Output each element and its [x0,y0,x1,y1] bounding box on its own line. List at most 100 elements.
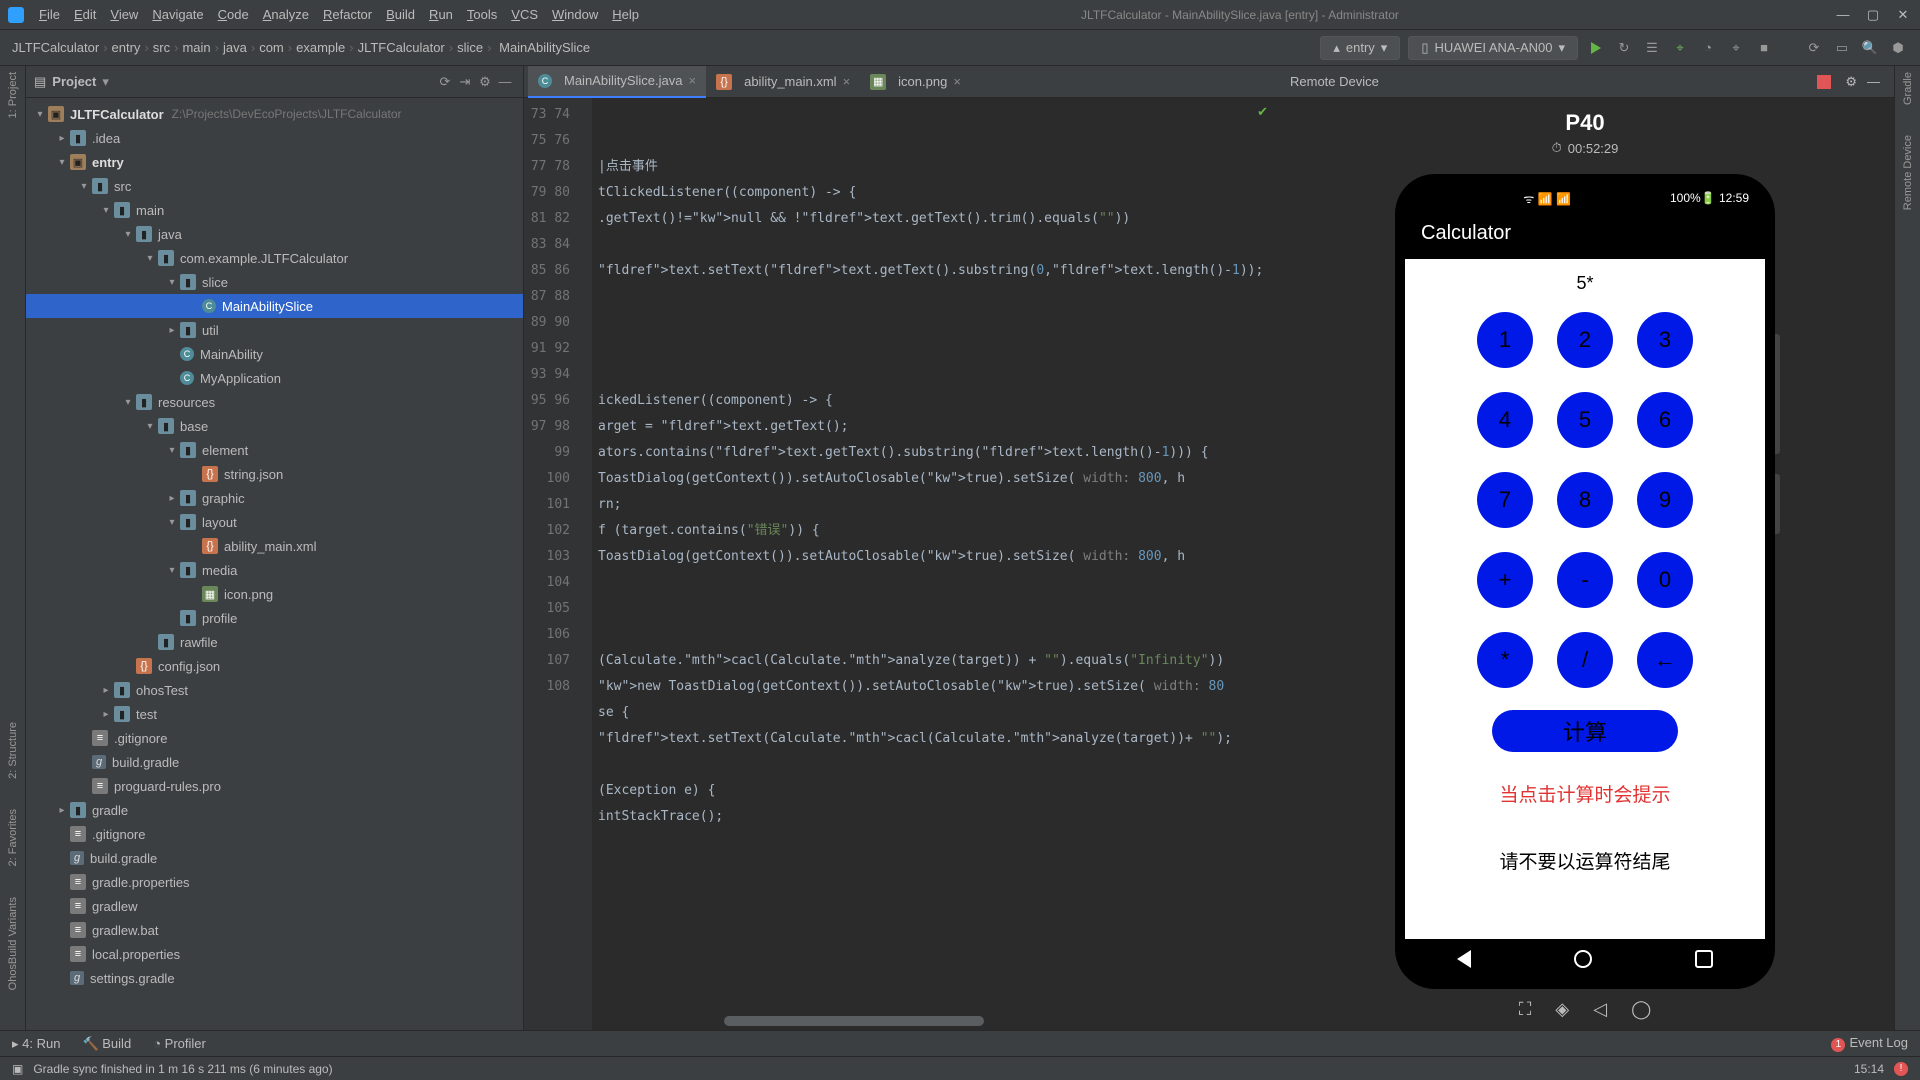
key-5[interactable]: 5 [1557,392,1613,448]
key-1[interactable]: 1 [1477,312,1533,368]
tree-node[interactable]: ▮rawfile [26,630,523,654]
key-2[interactable]: 2 [1557,312,1613,368]
menu-view[interactable]: View [103,7,145,22]
menu-code[interactable]: Code [211,7,256,22]
code-area[interactable]: 73 74 75 76 77 78 79 80 81 82 83 84 85 8… [524,98,1276,1030]
project-tree[interactable]: ▾▣JLTFCalculatorZ:\Projects\DevEcoProjec… [26,98,523,1030]
tree-node[interactable]: gbuild.gradle [26,846,523,870]
tree-node[interactable]: ▾▮slice [26,270,523,294]
key-0[interactable]: 0 [1637,552,1693,608]
menu-window[interactable]: Window [545,7,605,22]
tree-node[interactable]: ▾▣entry [26,150,523,174]
tree-node[interactable]: ≡gradlew.bat [26,918,523,942]
tree-node[interactable]: ▮profile [26,606,523,630]
collapse-icon[interactable]: ⇥ [455,74,475,90]
tree-node[interactable]: ▾▮layout [26,510,523,534]
tree-node[interactable]: ≡gradlew [26,894,523,918]
tree-node[interactable]: CMainAbilitySlice [26,294,523,318]
profile-icon[interactable]: ◔ [1698,38,1718,58]
tool-build-variants[interactable]: OhosBuild Variants [7,897,19,990]
tree-node[interactable]: gsettings.gradle [26,966,523,990]
minimize-panel-icon[interactable]: — [495,74,515,89]
sync-icon[interactable]: ⟳ [1804,38,1824,58]
run-tool[interactable]: ▸ 4: Run [12,1036,60,1052]
breadcrumb-item[interactable]: java [223,40,247,55]
run-button[interactable] [1586,38,1606,58]
breadcrumb-item[interactable]: JLTFCalculator [358,40,445,55]
stop-device-button[interactable] [1817,75,1831,89]
tree-node[interactable]: ▸▮ohosTest [26,678,523,702]
search-icon[interactable]: 🔍 [1860,38,1880,58]
circle-icon[interactable]: ◯ [1631,999,1651,1020]
menu-vcs[interactable]: VCS [504,7,545,22]
menu-refactor[interactable]: Refactor [316,7,379,22]
menu-tools[interactable]: Tools [460,7,504,22]
build-tool[interactable]: 🔨 Build [82,1036,131,1052]
nav-back-icon[interactable] [1457,950,1471,968]
device-settings-icon[interactable]: ⚙ [1845,74,1857,90]
close-icon[interactable]: × [843,74,851,89]
tool-remote-device[interactable]: Remote Device [1902,135,1914,210]
tree-node[interactable]: ▾▮media [26,558,523,582]
tool-icon-1[interactable]: ☰ [1642,38,1662,58]
tree-node[interactable]: ≡.gitignore [26,822,523,846]
avd-icon[interactable]: ▭ [1832,38,1852,58]
key-3[interactable]: 3 [1637,312,1693,368]
code-text[interactable]: |点击事件 tClickedListener((component) -> { … [592,98,1276,1030]
nav-recent-icon[interactable] [1695,950,1713,968]
breadcrumb-item[interactable]: src [153,40,170,55]
menu-help[interactable]: Help [605,7,646,22]
back-icon[interactable]: ◁ [1593,999,1607,1020]
debug-icon[interactable]: ⌖ [1670,38,1690,58]
key-9[interactable]: 9 [1637,472,1693,528]
tree-root[interactable]: ▾▣JLTFCalculatorZ:\Projects\DevEcoProjec… [26,102,523,126]
key-/[interactable]: / [1557,632,1613,688]
tree-node[interactable]: gbuild.gradle [26,750,523,774]
nav-home-icon[interactable] [1574,950,1592,968]
tree-node[interactable]: ≡.gitignore [26,726,523,750]
breadcrumb-item[interactable]: MainAbilitySlice [499,40,590,55]
tree-node[interactable]: ≡local.properties [26,942,523,966]
tree-node[interactable]: ▦icon.png [26,582,523,606]
calculate-button[interactable]: 计算 [1492,710,1678,752]
maximize-button[interactable]: ▢ [1864,7,1882,23]
breadcrumb-item[interactable]: main [182,40,210,55]
tree-node[interactable]: ▾▮src [26,174,523,198]
stop-icon[interactable]: ■ [1754,38,1774,58]
tree-node[interactable]: ▸▮gradle [26,798,523,822]
tool-project[interactable]: 1: Project [7,72,19,118]
tree-node[interactable]: CMainAbility [26,342,523,366]
gear-icon[interactable]: ⚙ [475,74,495,90]
menu-file[interactable]: File [32,7,67,22]
menu-navigate[interactable]: Navigate [145,7,210,22]
breadcrumb-item[interactable]: example [296,40,345,55]
key-8[interactable]: 8 [1557,472,1613,528]
module-selector[interactable]: ▴ entry ▾ [1320,36,1400,60]
tool-favorites[interactable]: 2: Favorites [7,809,19,866]
menu-build[interactable]: Build [379,7,422,22]
tree-node[interactable]: {}string.json [26,462,523,486]
tree-node[interactable]: ▾▮java [26,222,523,246]
menu-run[interactable]: Run [422,7,460,22]
volume-button[interactable] [1775,334,1780,454]
close-icon[interactable]: × [689,73,697,88]
tree-node[interactable]: {}config.json [26,654,523,678]
tree-node[interactable]: ▸▮.idea [26,126,523,150]
refresh-icon[interactable]: ⟳ [435,74,455,90]
key-+[interactable]: + [1477,552,1533,608]
event-log-tool[interactable]: 1Event Log [1831,1035,1908,1052]
settings-icon[interactable]: ⬢ [1888,38,1908,58]
power-button[interactable] [1775,474,1780,534]
breadcrumb-item[interactable]: slice [457,40,483,55]
rotate-icon[interactable]: ◈ [1555,999,1569,1020]
tree-node[interactable]: ▸▮graphic [26,486,523,510]
tool-gradle[interactable]: Gradle [1902,72,1914,105]
key--[interactable]: - [1557,552,1613,608]
error-indicator-icon[interactable]: ! [1894,1062,1908,1076]
tab-ability_main.xml[interactable]: {}ability_main.xml× [706,66,860,98]
rerun-icon[interactable]: ↻ [1614,38,1634,58]
tool-structure[interactable]: 2: Structure [7,722,19,779]
breadcrumb-item[interactable]: entry [112,40,141,55]
fit-icon[interactable]: ⛶ [1519,999,1532,1020]
tree-node[interactable]: ≡proguard-rules.pro [26,774,523,798]
